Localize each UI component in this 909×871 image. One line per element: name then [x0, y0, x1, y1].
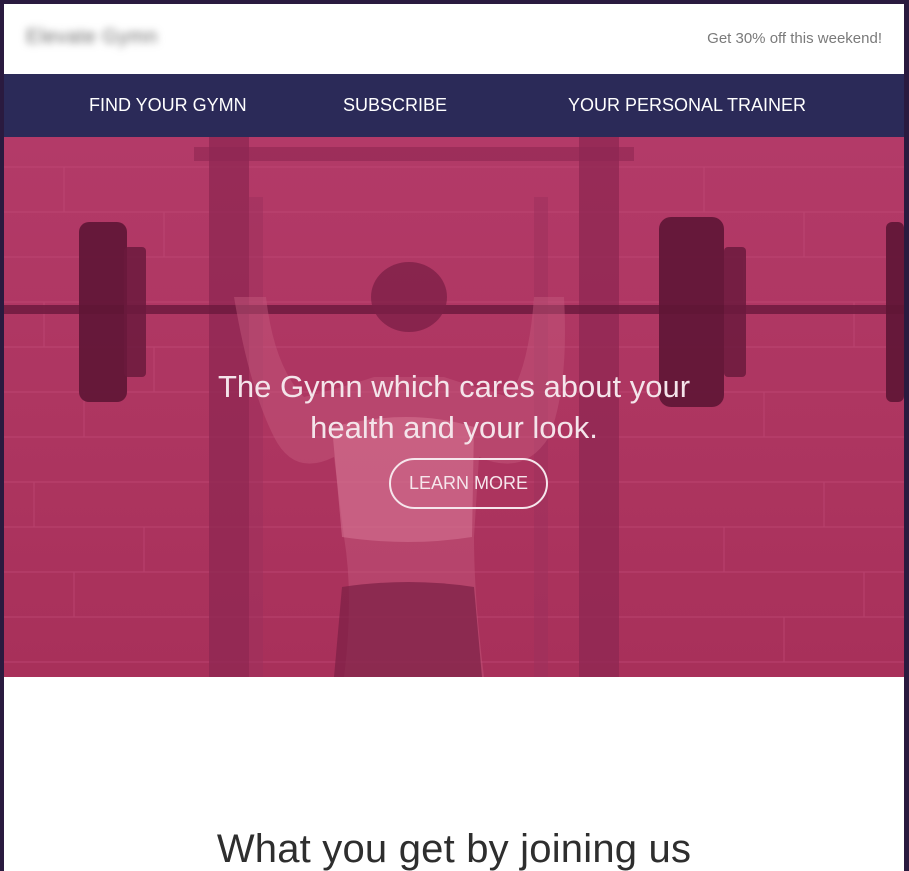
- site-logo[interactable]: Elevate Gymn: [26, 26, 158, 49]
- hero-title-line-1: The Gymn which cares about your: [217, 368, 691, 404]
- main-nav: FIND YOUR GYMN SUBSCRIBE YOUR PERSONAL T…: [4, 74, 904, 137]
- nav-item-personal-trainer[interactable]: YOUR PERSONAL TRAINER: [568, 74, 806, 137]
- nav-item-subscribe[interactable]: SUBSCRIBE: [343, 74, 447, 137]
- section-title: What you get by joining us: [216, 827, 692, 871]
- hero-title: The Gymn which cares about your health a…: [4, 366, 904, 448]
- top-bar: Elevate Gymn Get 30% off this weekend!: [4, 4, 904, 74]
- hero-banner: The Gymn which cares about your health a…: [4, 137, 904, 677]
- promo-text: Get 30% off this weekend!: [707, 30, 882, 47]
- hero-title-line-2: health and your look.: [310, 409, 598, 445]
- page-frame: Elevate Gymn Get 30% off this weekend! F…: [4, 4, 904, 871]
- nav-item-find-your-gymn[interactable]: FIND YOUR GYMN: [89, 74, 247, 137]
- learn-more-button[interactable]: LEARN MORE: [389, 458, 548, 509]
